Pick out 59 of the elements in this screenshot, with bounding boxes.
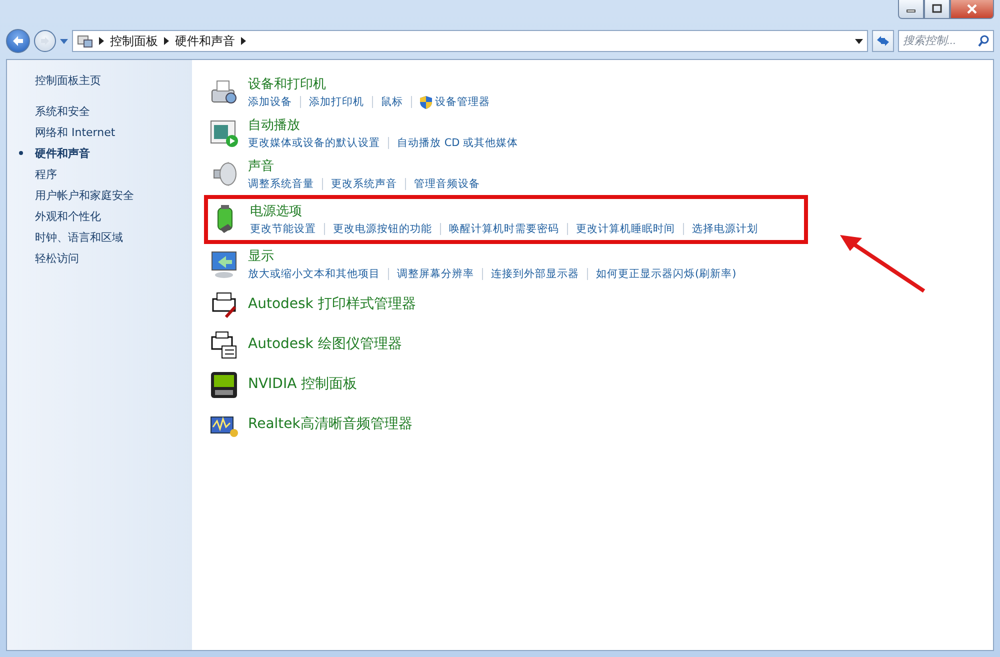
control-panel-icon [77,34,93,48]
shield-icon [420,96,432,108]
sidebar-link[interactable]: 硬件和声音 [17,145,192,161]
chevron-icon[interactable] [164,37,169,45]
category-title-link[interactable]: 电源选项 [250,203,758,221]
category-title-link[interactable]: NVIDIA 控制面板 [248,369,358,393]
graphics-card-icon[interactable] [208,369,240,401]
chevron-icon[interactable] [99,37,104,45]
task-link[interactable]: 如何更正显示器闪烁(刷新率) [596,267,736,281]
task-link[interactable]: 添加打印机 [309,95,364,109]
category-title-link[interactable]: 设备和打印机 [248,76,490,94]
chevron-icon[interactable] [241,37,246,45]
sidebar-link[interactable]: 时钟、语言和区域 [17,229,192,245]
sidebar-link[interactable]: 程序 [17,166,192,182]
task-link[interactable]: 选择电源计划 [692,222,758,236]
category-title-link[interactable]: Realtek高清晰音频管理器 [248,409,412,433]
category-title-link[interactable]: 自动播放 [248,117,518,135]
back-arrow-icon[interactable] [12,35,24,47]
sidebar-link[interactable]: 用户帐户和家庭安全 [17,187,192,203]
maximize-button[interactable] [924,0,950,19]
task-link[interactable]: 调整系统音量 [248,177,314,191]
task-link[interactable]: 连接到外部显示器 [491,267,579,281]
close-icon[interactable] [966,4,978,14]
breadcrumb[interactable]: 控制面板 [110,32,158,50]
task-link[interactable]: 调整屏幕分辨率 [397,267,474,281]
task-link[interactable]: 更改系统声音 [331,177,397,191]
task-link[interactable]: 更改计算机睡眠时间 [576,222,675,236]
breadcrumb[interactable]: 硬件和声音 [175,32,235,50]
sidebar-link[interactable]: 网络和 Internet [17,124,192,140]
task-link[interactable]: 鼠标 [381,95,403,109]
sidebar-link[interactable]: 外观和个性化 [17,208,192,224]
task-link[interactable]: 设备管理器 [420,95,490,109]
back-button[interactable] [6,29,30,53]
minimize-button[interactable] [898,0,924,19]
category-title-link[interactable]: Autodesk 打印样式管理器 [248,289,416,313]
search-field[interactable]: 搜索控制... [898,30,994,52]
task-link[interactable]: 管理音频设备 [414,177,480,191]
sidebar-link[interactable]: 控制面板主页 [17,72,192,88]
refresh-icon[interactable] [876,35,890,47]
task-link[interactable]: 更改电源按钮的功能 [333,222,432,236]
task-link[interactable]: 放大或缩小文本和其他项目 [248,267,380,281]
forward-button[interactable] [34,30,56,52]
address-bar[interactable]: 控制面板 硬件和声音 [72,30,868,52]
task-link[interactable]: 更改节能设置 [250,222,316,236]
task-link[interactable]: 自动播放 CD 或其他媒体 [397,136,518,150]
task-link[interactable]: 添加设备 [248,95,292,109]
refresh-button[interactable] [872,30,894,52]
search-icon[interactable] [978,35,989,47]
category-title-link[interactable]: 显示 [248,248,736,266]
category-title-link[interactable]: Autodesk 绘图仪管理器 [248,329,402,353]
sidebar-link[interactable]: 轻松访问 [17,250,192,266]
bullet-icon [19,151,23,155]
close-button[interactable] [950,0,994,19]
sidebar-link[interactable]: 系统和安全 [17,103,192,119]
maximize-icon[interactable] [931,4,943,14]
dropdown-arrow-icon[interactable] [855,38,863,44]
task-link[interactable]: 更改媒体或设备的默认设置 [248,136,380,150]
task-link[interactable]: 唤醒计算机时需要密码 [449,222,559,236]
category-title-link[interactable]: 声音 [248,158,480,176]
